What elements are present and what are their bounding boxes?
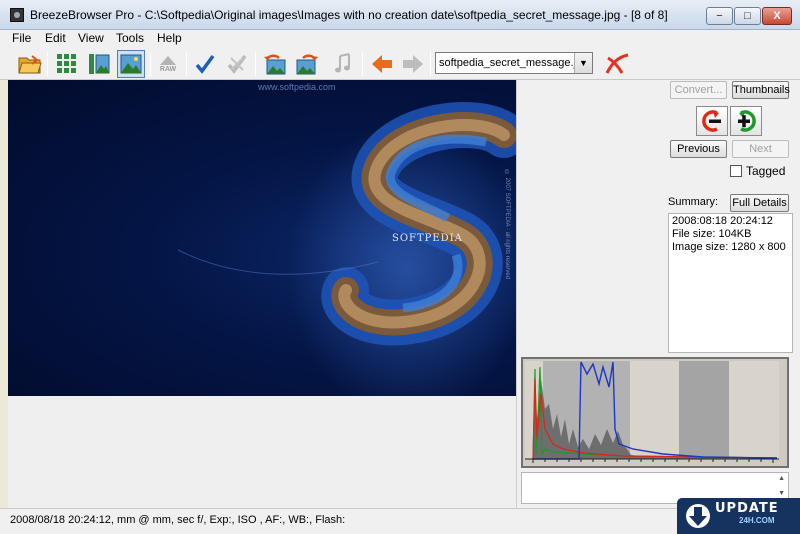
- rotate-right-icon[interactable]: [294, 51, 320, 77]
- music-note-icon[interactable]: [330, 51, 356, 77]
- summary-label: Summary:: [668, 196, 719, 208]
- convert-button[interactable]: Convert...: [670, 81, 727, 99]
- image-viewer[interactable]: www.softpedia.com SOFTPEDIA © 2007 SOFTP…: [8, 80, 516, 396]
- histogram: [521, 357, 789, 468]
- single-image-view-icon[interactable]: [117, 50, 145, 78]
- menu-file[interactable]: File: [12, 31, 31, 45]
- app-icon: [10, 8, 24, 22]
- tagged-checkbox[interactable]: [730, 165, 742, 177]
- status-text: 2008/08/18 20:24:12, mm @ mm, sec f/, Ex…: [10, 514, 346, 526]
- info-image-size: Image size: 1280 x 800: [672, 241, 786, 253]
- scroll-down-icon[interactable]: ▼: [778, 490, 785, 497]
- histogram-graph: [525, 361, 779, 463]
- update24h-logo: UPDATE 24H.COM: [677, 498, 800, 534]
- remove-tag-icon[interactable]: [696, 106, 728, 136]
- chevron-down-icon[interactable]: ▼: [574, 53, 592, 73]
- thumbnails-button[interactable]: Thumbnails: [732, 81, 790, 99]
- image-side-text: © 2007 SOFTPEDIA · all rights reserved: [504, 170, 510, 280]
- summary-info-box: 2008:08:18 20:24:12 File size: 104KB Ima…: [668, 213, 793, 353]
- raw-convert-icon[interactable]: RAW: [155, 51, 181, 77]
- file-select-combo[interactable]: softpedia_secret_message.jpg: [435, 52, 593, 74]
- menu-bar: File Edit View Tools Help: [0, 30, 800, 48]
- viewer-background: [8, 396, 516, 508]
- info-date: 2008:08:18 20:24:12: [672, 215, 773, 227]
- next-button[interactable]: Next: [732, 140, 789, 158]
- title-bar: BreezeBrowser Pro - C:\Softpedia\Origina…: [0, 0, 800, 30]
- rotate-left-icon[interactable]: [262, 51, 288, 77]
- raw-label: RAW: [159, 66, 177, 73]
- logo-text: UPDATE: [715, 501, 779, 516]
- filmstrip-view-icon[interactable]: [86, 51, 112, 77]
- info-file-size: File size: 104KB: [672, 228, 752, 240]
- previous-button[interactable]: Previous: [670, 140, 727, 158]
- tagged-label: Tagged: [746, 164, 786, 178]
- menu-help[interactable]: Help: [157, 31, 182, 45]
- open-folder-icon[interactable]: [17, 51, 43, 77]
- maximize-button[interactable]: □: [734, 7, 761, 25]
- untag-icon[interactable]: [224, 51, 250, 77]
- menu-edit[interactable]: Edit: [45, 31, 66, 45]
- checkmark-icon[interactable]: [192, 51, 218, 77]
- add-tag-icon[interactable]: [730, 106, 762, 136]
- scroll-up-icon[interactable]: ▲: [778, 475, 785, 482]
- menu-tools[interactable]: Tools: [116, 31, 144, 45]
- delete-icon[interactable]: [604, 51, 630, 77]
- window-title: BreezeBrowser Pro - C:\Softpedia\Origina…: [30, 8, 668, 22]
- minimize-button[interactable]: −: [706, 7, 733, 25]
- logo-subtext: 24H.COM: [739, 516, 775, 525]
- menu-view[interactable]: View: [78, 31, 104, 45]
- toolbar: RAW: [0, 48, 800, 80]
- download-arrow-icon: [686, 504, 710, 528]
- image-caption: SOFTPEDIA: [392, 233, 463, 244]
- grid-view-icon[interactable]: [54, 51, 80, 77]
- close-button[interactable]: X: [762, 7, 792, 25]
- back-arrow-icon[interactable]: [369, 51, 395, 77]
- forward-arrow-icon[interactable]: [400, 51, 426, 77]
- full-details-button[interactable]: Full Details: [730, 194, 789, 212]
